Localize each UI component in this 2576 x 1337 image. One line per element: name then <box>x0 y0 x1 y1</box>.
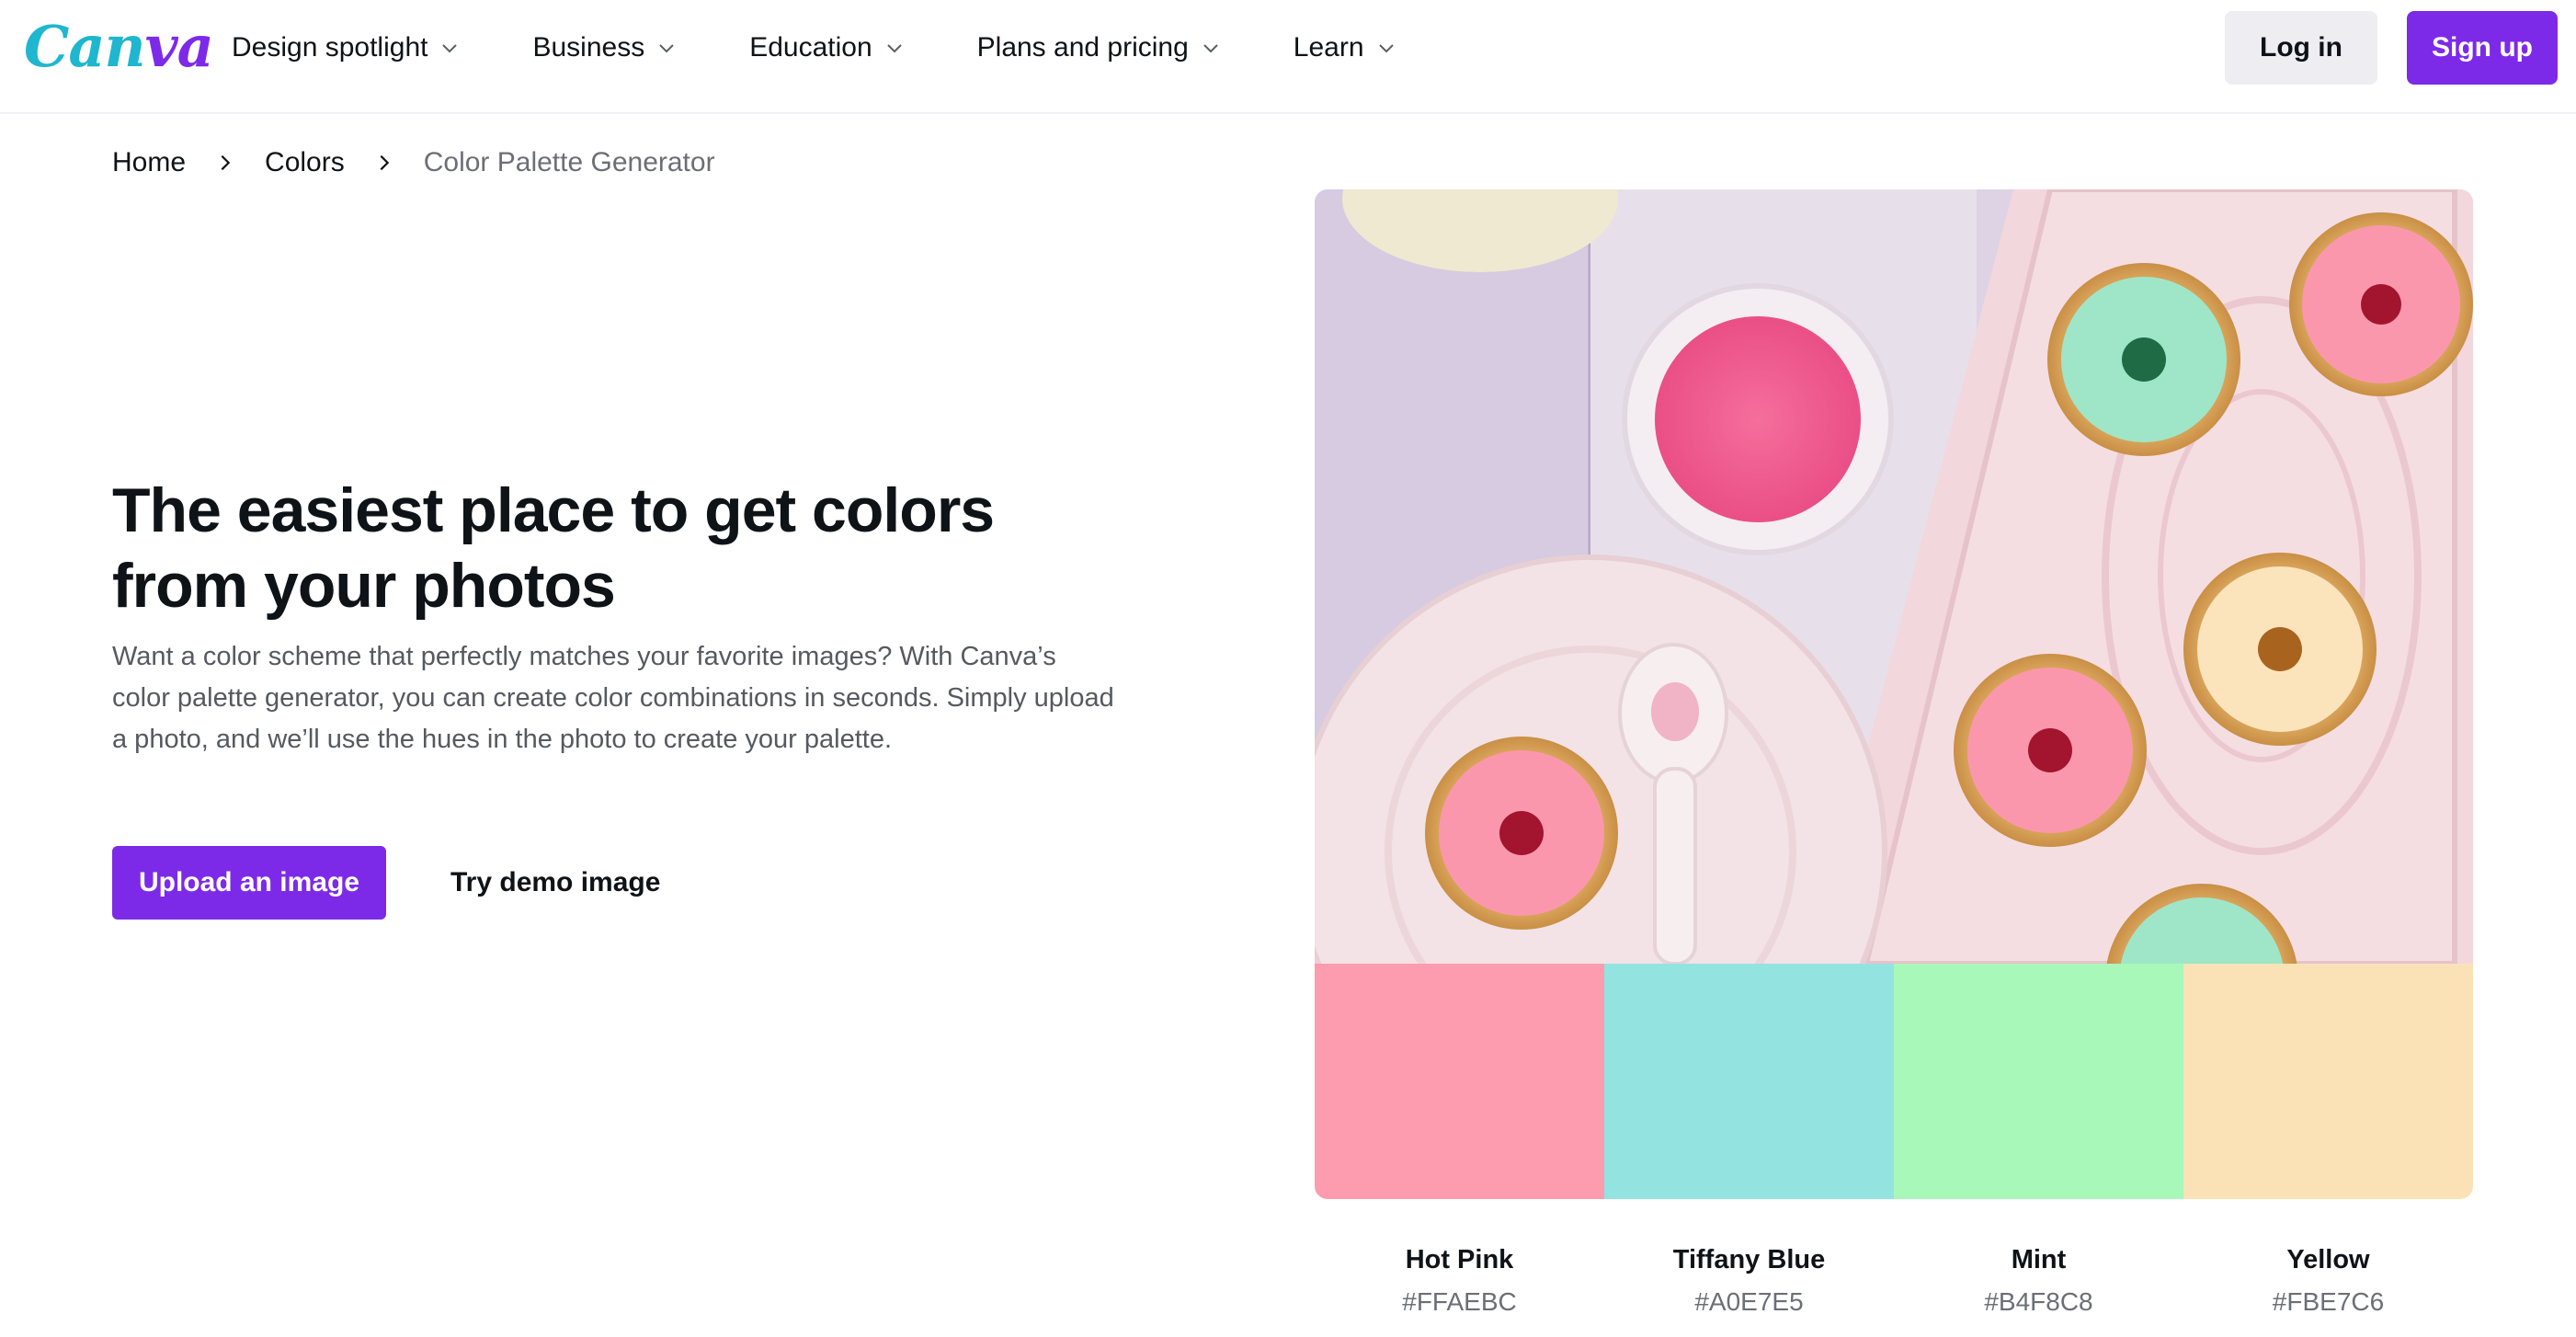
swatch-tiffany-blue[interactable] <box>1604 964 1894 1199</box>
color-hex[interactable]: #B4F8C8 <box>1894 1282 2183 1322</box>
logo-text-b: va <box>144 13 214 80</box>
nav-item-label: Business <box>532 32 645 63</box>
nav-item-design-spotlight[interactable]: Design spotlight <box>232 32 461 63</box>
log-in-button[interactable]: Log in <box>2225 11 2377 85</box>
swatch-mint[interactable] <box>1894 964 2183 1199</box>
color-hex[interactable]: #FBE7C6 <box>2183 1282 2473 1322</box>
nav-item-label: Design spotlight <box>232 32 428 63</box>
color-name: Mint <box>2011 1245 2067 1274</box>
color-hex[interactable]: #A0E7E5 <box>1604 1282 1894 1322</box>
nav-item-label: Plans and pricing <box>976 32 1189 63</box>
palette-preview-card <box>1315 189 2473 1199</box>
color-name: Yellow <box>2286 1245 2370 1274</box>
chevron-right-icon <box>221 154 231 171</box>
palette-labels: Hot Pink #FFAEBC Tiffany Blue #A0E7E5 Mi… <box>1315 1241 2473 1322</box>
top-navigation: Canva Design spotlight Business Educatio… <box>0 0 2576 114</box>
palette-label-item: Hot Pink #FFAEBC <box>1315 1241 1604 1322</box>
palette-label-item: Mint #B4F8C8 <box>1894 1241 2183 1322</box>
main-menu: Design spotlight Business Education Plan… <box>232 0 1469 96</box>
color-name: Tiffany Blue <box>1672 1245 1826 1274</box>
palette-swatches <box>1315 964 2473 1199</box>
upload-image-button[interactable]: Upload an image <box>112 846 386 920</box>
color-hex[interactable]: #FFAEBC <box>1315 1282 1604 1322</box>
breadcrumb-colors[interactable]: Colors <box>265 147 345 178</box>
breadcrumb-current: Color Palette Generator <box>423 147 715 177</box>
chevron-down-icon <box>659 44 674 53</box>
nav-item-education[interactable]: Education <box>749 32 905 63</box>
chevron-down-icon <box>1203 44 1218 53</box>
color-name: Hot Pink <box>1405 1245 1514 1274</box>
chevron-right-icon <box>380 154 389 171</box>
chevron-down-icon <box>442 44 458 53</box>
palette-label-item: Yellow #FBE7C6 <box>2183 1241 2473 1322</box>
nav-item-business[interactable]: Business <box>532 32 678 63</box>
sign-up-button[interactable]: Sign up <box>2407 11 2558 85</box>
demo-photo-donuts <box>1315 189 2473 964</box>
hero-description: Want a color scheme that perfectly match… <box>112 642 1114 754</box>
chevron-down-icon <box>886 44 902 53</box>
breadcrumb: Home Colors Color Palette Generator <box>112 147 715 178</box>
try-demo-image-button[interactable]: Try demo image <box>432 846 678 920</box>
breadcrumb-home[interactable]: Home <box>112 147 186 178</box>
page-title: The easiest place to get colors from you… <box>112 475 995 621</box>
logo-text-a: Can <box>24 13 146 80</box>
nav-item-label: Education <box>749 32 872 63</box>
chevron-down-icon <box>1378 44 1394 53</box>
palette-label-item: Tiffany Blue #A0E7E5 <box>1604 1241 1894 1322</box>
nav-item-plans-and-pricing[interactable]: Plans and pricing <box>977 32 1222 63</box>
swatch-yellow[interactable] <box>2183 964 2473 1199</box>
canva-logo[interactable]: Canva <box>24 13 214 80</box>
nav-item-learn[interactable]: Learn <box>1294 32 1397 63</box>
swatch-hot-pink[interactable] <box>1315 964 1604 1199</box>
nav-item-label: Learn <box>1293 32 1364 63</box>
